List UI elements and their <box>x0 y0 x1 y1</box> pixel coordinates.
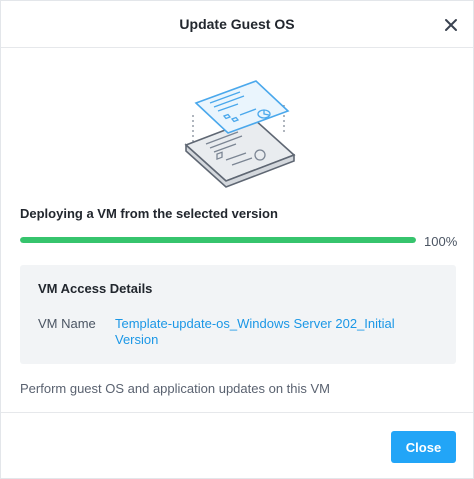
update-instructions-text: Perform guest OS and application updates… <box>20 381 331 396</box>
dialog-title: Update Guest OS <box>179 16 295 32</box>
close-icon[interactable] <box>441 15 461 35</box>
dialog-header: Update Guest OS <box>1 1 473 48</box>
vm-name-link[interactable]: Template-update-os_Windows Server 202_In… <box>115 316 425 348</box>
vm-update-illustration-icon <box>176 75 301 195</box>
vm-access-details-title: VM Access Details <box>38 281 153 296</box>
vm-access-details-panel: VM Access Details VM Name Template-updat… <box>20 265 456 364</box>
progress-bar <box>20 237 416 243</box>
progress-percent: 100% <box>424 234 458 249</box>
progress-label: Deploying a VM from the selected version <box>20 206 278 221</box>
progress-bar-fill <box>20 237 416 243</box>
dialog-footer: Close <box>1 412 473 478</box>
update-guest-os-dialog: Update Guest OS Deploying a VM from the … <box>0 0 474 479</box>
close-button[interactable]: Close <box>391 431 456 463</box>
vm-name-label: VM Name <box>38 316 96 331</box>
